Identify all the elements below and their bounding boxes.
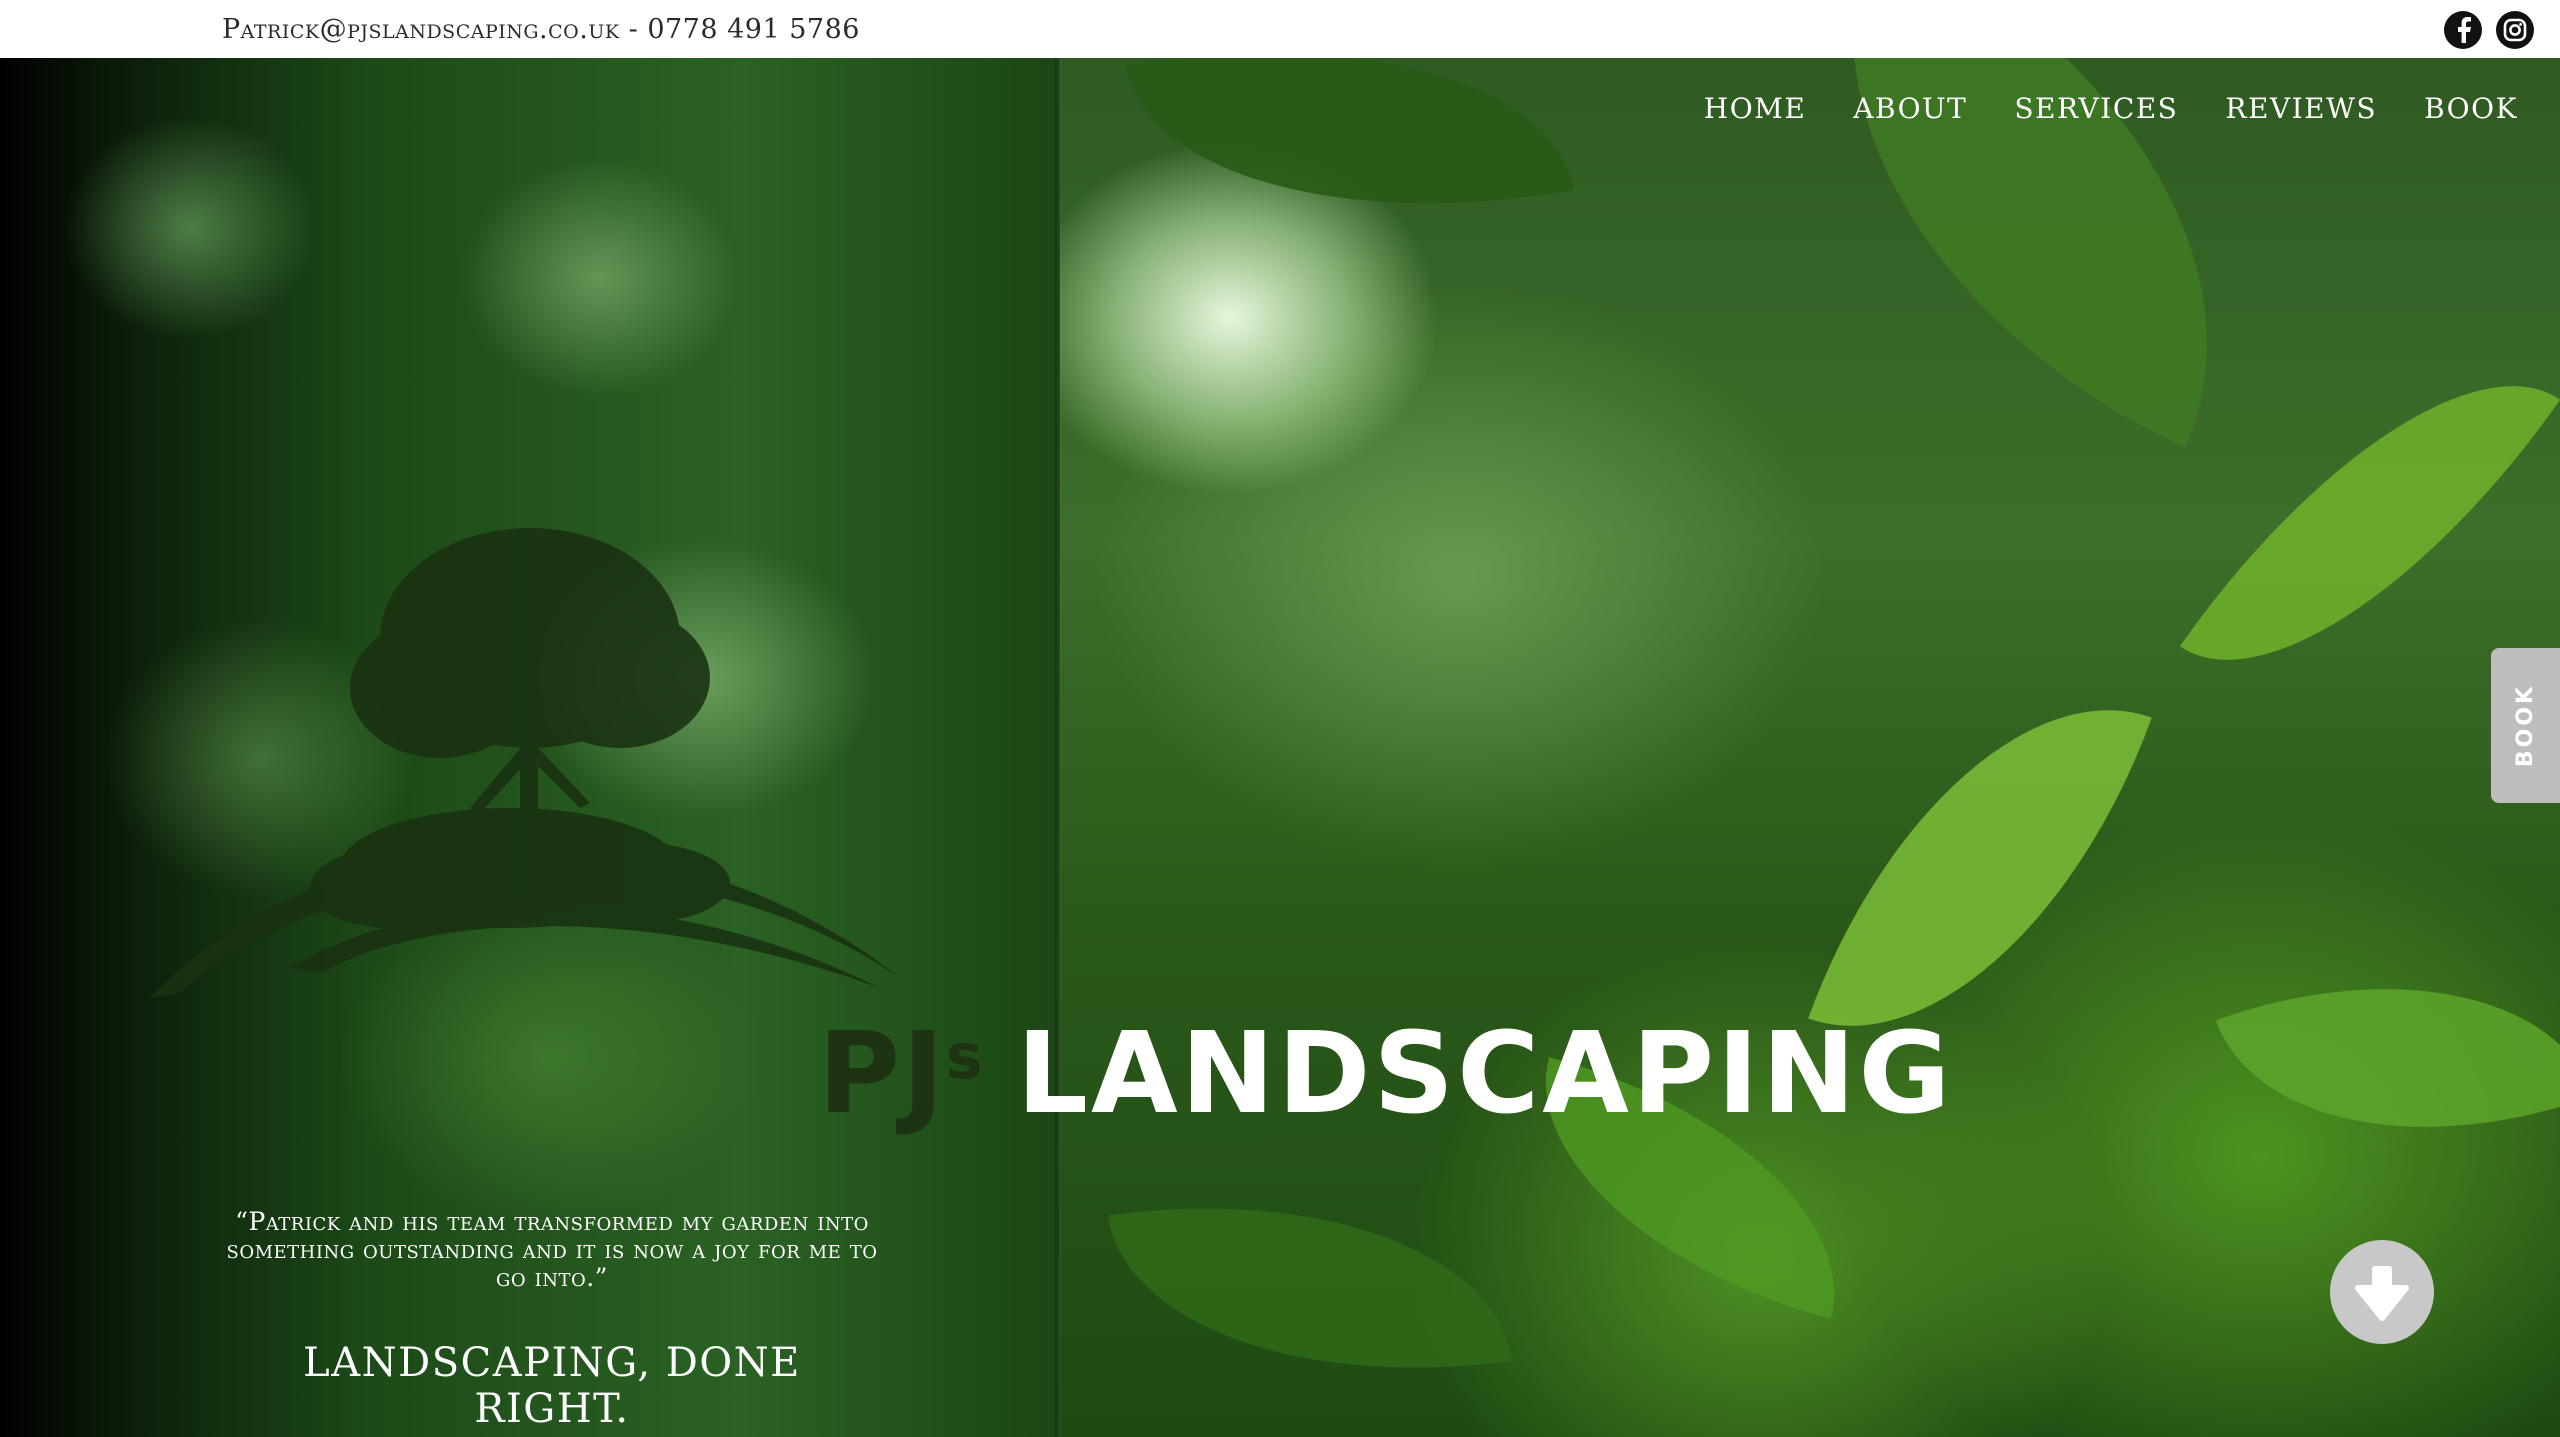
testimonial-quote: “Patrick and his team transformed my gar… bbox=[226, 1207, 878, 1292]
top-contact-bar: Patrick@pjslandscaping.co.uk - 0778 491 … bbox=[0, 0, 2560, 58]
contact-info[interactable]: Patrick@pjslandscaping.co.uk - 0778 491 … bbox=[222, 14, 860, 45]
glass-divider bbox=[1055, 58, 1061, 1437]
scroll-down-button[interactable] bbox=[2330, 1240, 2434, 1344]
title-s: s bbox=[945, 1020, 983, 1093]
tagline: LANDSCAPING, DONE RIGHT. bbox=[303, 1340, 801, 1432]
foliage-leaf bbox=[2215, 907, 2560, 1209]
main-nav: HOME ABOUT SERVICES REVIEWS BOOK bbox=[1704, 92, 2518, 125]
instagram-icon[interactable] bbox=[2496, 11, 2534, 49]
tree-logo bbox=[140, 488, 920, 1012]
brand-title: PJs LANDSCAPING bbox=[818, 1018, 1953, 1130]
nav-book[interactable]: BOOK bbox=[2424, 92, 2518, 125]
nav-about[interactable]: ABOUT bbox=[1853, 92, 1967, 125]
nav-reviews[interactable]: REVIEWS bbox=[2225, 92, 2377, 125]
facebook-icon[interactable] bbox=[2444, 11, 2482, 49]
nav-services[interactable]: SERVICES bbox=[2014, 92, 2178, 125]
social-links bbox=[2444, 11, 2534, 49]
side-book-tab[interactable]: BOOK bbox=[2491, 648, 2560, 803]
title-landscaping: LANDSCAPING bbox=[1016, 1009, 1954, 1139]
jungle-background-image bbox=[1060, 58, 2560, 1437]
title-pj: PJ bbox=[818, 1009, 946, 1139]
hero-section: PJs LANDSCAPING “Patrick and his team tra… bbox=[0, 58, 2560, 1437]
side-book-label: BOOK bbox=[2513, 683, 2539, 768]
foliage-leaf bbox=[1125, 58, 1575, 263]
nav-home[interactable]: HOME bbox=[1704, 92, 1806, 125]
foliage-leaf bbox=[1107, 1162, 1513, 1414]
arrow-down-icon bbox=[2355, 1266, 2409, 1321]
